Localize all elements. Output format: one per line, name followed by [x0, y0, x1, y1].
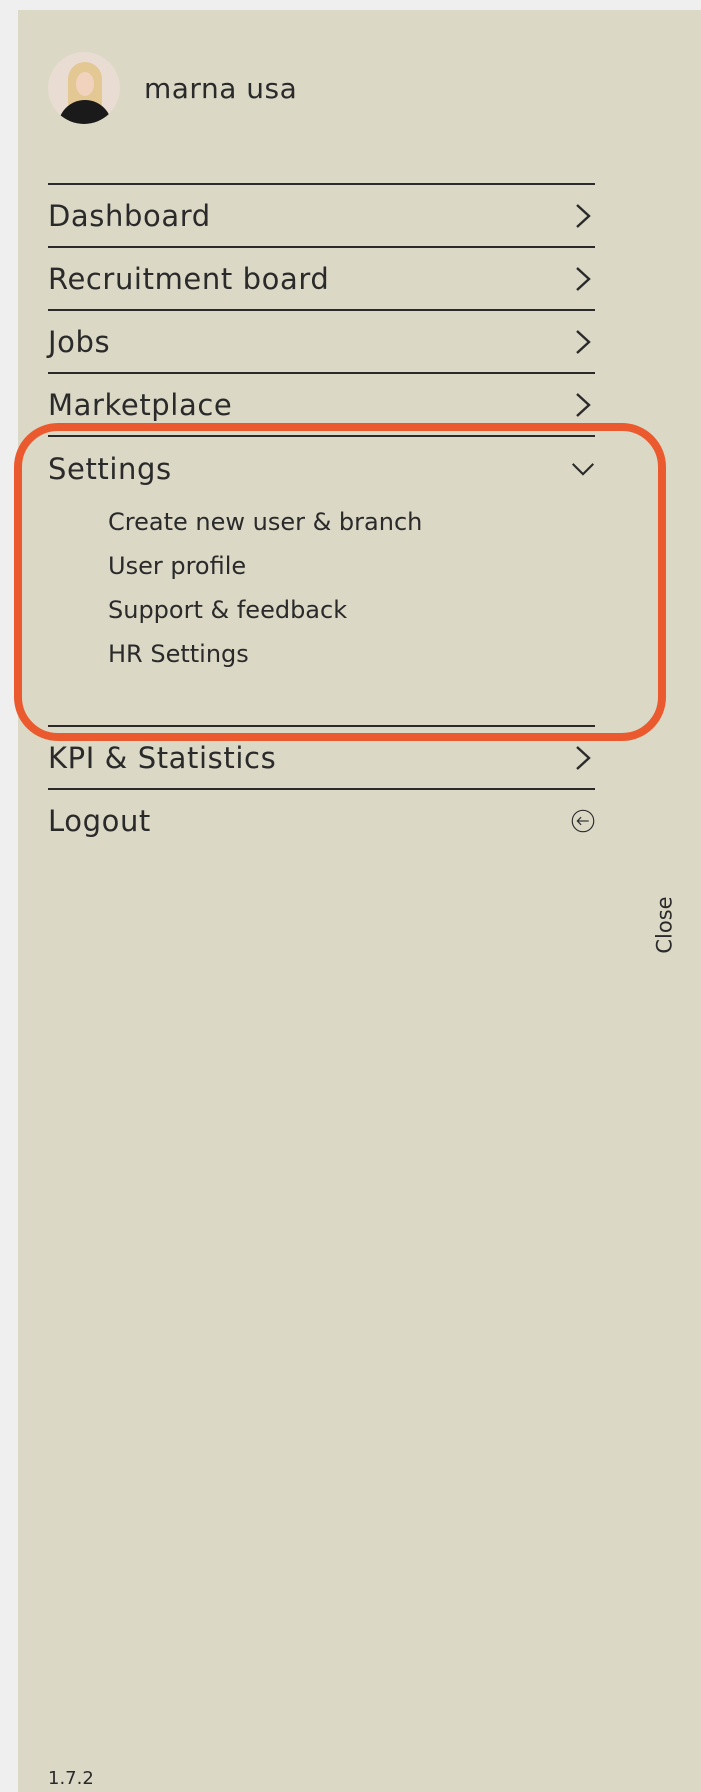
logout-circle-arrow-icon	[571, 809, 595, 833]
chevron-right-icon	[571, 745, 595, 770]
main-menu: Dashboard Recruitment board Jobs Marketp…	[48, 183, 595, 851]
chevron-right-icon	[571, 329, 595, 354]
chevron-down-icon	[571, 457, 595, 481]
chevron-right-icon	[571, 266, 595, 291]
app-version: 1.7.2	[48, 1768, 94, 1789]
user-name: marna usa	[144, 71, 298, 105]
submenu-item-support-feedback[interactable]: Support & feedback	[108, 588, 595, 632]
submenu-item-hr-settings[interactable]: HR Settings	[108, 632, 595, 676]
navigation-drawer: marna usa Dashboard Recruitment board Jo…	[18, 10, 701, 1792]
submenu-item-user-profile[interactable]: User profile	[108, 544, 595, 588]
menu-item-label: Logout	[48, 803, 151, 838]
chevron-right-icon	[571, 203, 595, 228]
menu-item-label: Dashboard	[48, 198, 211, 233]
menu-item-jobs[interactable]: Jobs	[48, 309, 595, 372]
settings-submenu: Create new user & branch User profile Su…	[48, 500, 595, 725]
close-drawer-tab[interactable]: Close	[648, 880, 682, 970]
menu-item-recruitment-board[interactable]: Recruitment board	[48, 246, 595, 309]
menu-item-marketplace[interactable]: Marketplace	[48, 372, 595, 435]
settings-section: Settings Create new user & branch User p…	[48, 435, 595, 725]
menu-item-kpi-statistics[interactable]: KPI & Statistics	[48, 725, 595, 788]
avatar	[48, 52, 120, 124]
menu-item-label: KPI & Statistics	[48, 740, 277, 775]
chevron-right-icon	[571, 392, 595, 417]
menu-item-settings[interactable]: Settings	[48, 437, 595, 500]
close-label: Close	[653, 896, 677, 954]
menu-item-logout[interactable]: Logout	[48, 788, 595, 851]
submenu-item-create-user-branch[interactable]: Create new user & branch	[108, 500, 595, 544]
menu-item-label: Marketplace	[48, 387, 233, 422]
menu-item-dashboard[interactable]: Dashboard	[48, 183, 595, 246]
user-header[interactable]: marna usa	[48, 52, 297, 124]
menu-item-label: Jobs	[48, 324, 111, 359]
menu-item-label: Settings	[48, 451, 172, 486]
menu-item-label: Recruitment board	[48, 261, 330, 296]
